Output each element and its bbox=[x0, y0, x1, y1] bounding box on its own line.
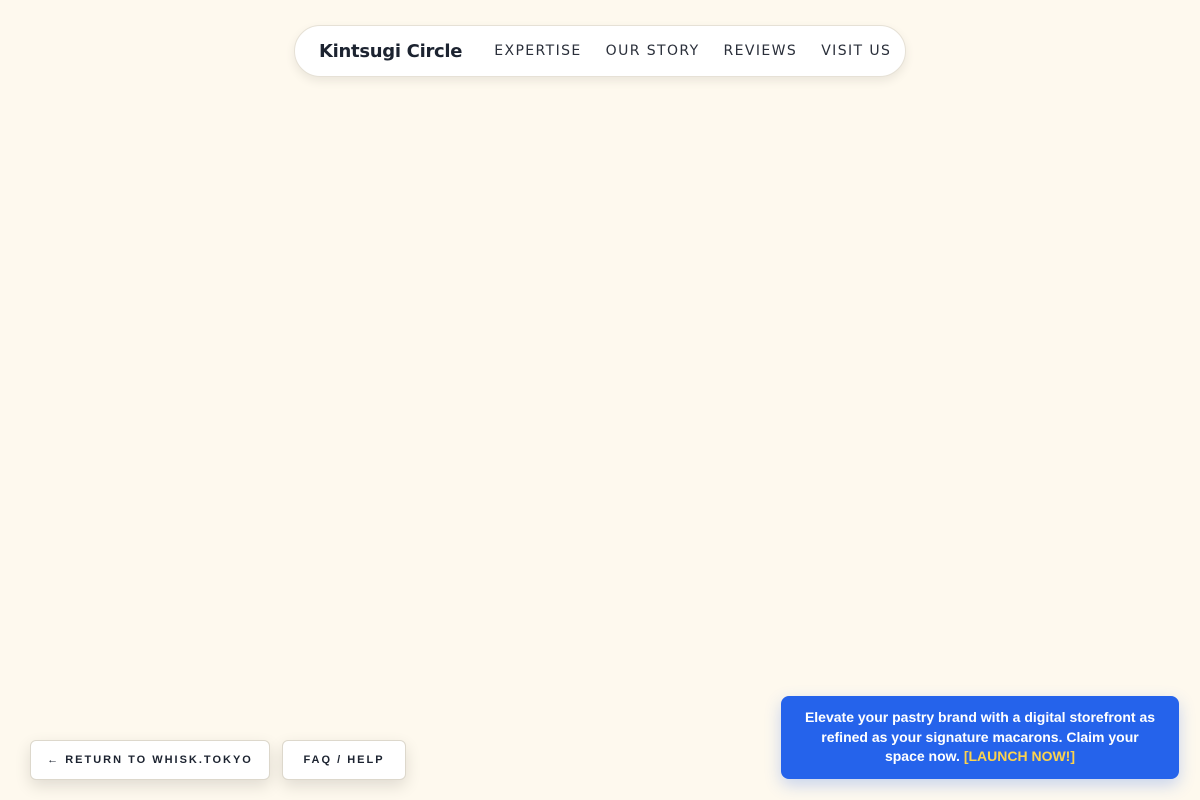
promo-banner[interactable]: Elevate your pastry brand with a digital… bbox=[781, 696, 1179, 779]
brand-logo-link[interactable]: Kintsugi Circle bbox=[319, 41, 463, 62]
nav-link-visit-us[interactable]: VISIT US bbox=[821, 43, 891, 59]
nav-links: EXPERTISE OUR STORY REVIEWS VISIT US bbox=[494, 43, 891, 59]
nav-link-reviews[interactable]: REVIEWS bbox=[724, 43, 798, 59]
nav-link-expertise[interactable]: EXPERTISE bbox=[494, 43, 581, 59]
return-to-whisk-button[interactable]: ← RETURN TO WHISK.TOKYO bbox=[30, 740, 270, 780]
nav-link-our-story[interactable]: OUR STORY bbox=[606, 43, 700, 59]
faq-help-button[interactable]: FAQ / HELP bbox=[282, 740, 406, 780]
top-navigation-bar: Kintsugi Circle EXPERTISE OUR STORY REVI… bbox=[294, 25, 906, 77]
launch-now-link[interactable]: [LAUNCH NOW!] bbox=[964, 748, 1075, 764]
